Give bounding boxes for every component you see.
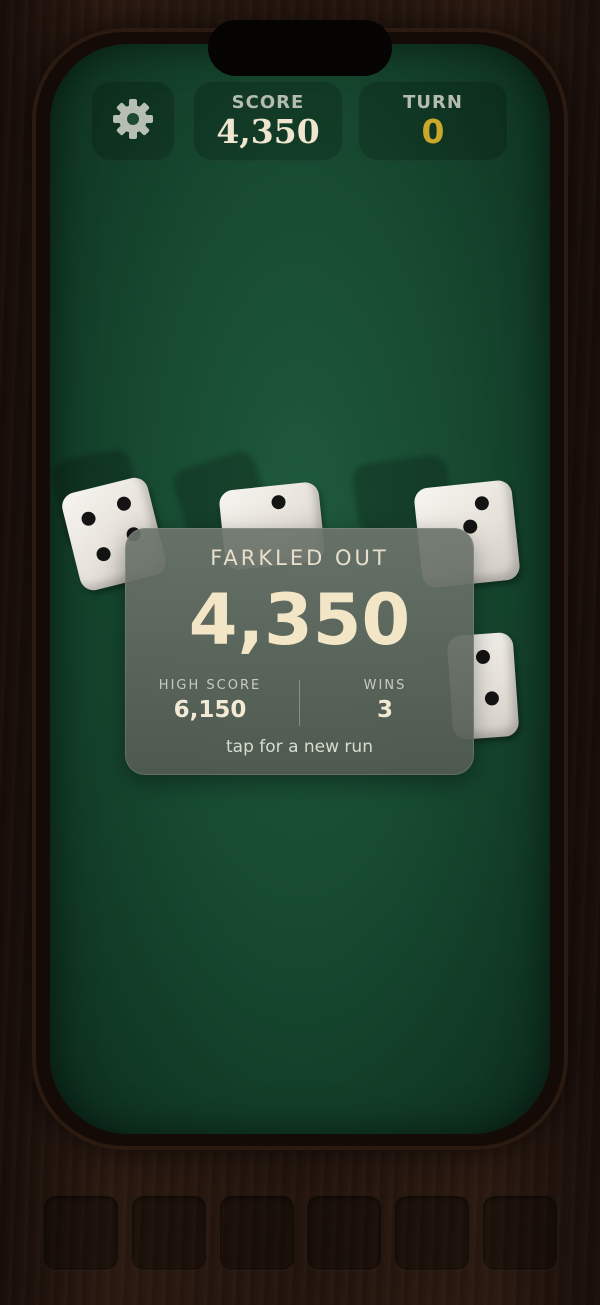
gear-icon bbox=[110, 96, 156, 146]
die-pip bbox=[115, 495, 133, 513]
turn-label: TURN bbox=[403, 92, 463, 113]
held-die-slot[interactable] bbox=[483, 1196, 557, 1270]
wins-label: WINS bbox=[363, 678, 407, 693]
turn-panel: TURN 0 bbox=[358, 81, 508, 161]
held-die-slot[interactable] bbox=[220, 1196, 294, 1270]
score-panel: SCORE 4,350 bbox=[193, 81, 343, 161]
die-pip bbox=[270, 494, 287, 510]
die-pip bbox=[474, 495, 490, 511]
high-score-stat: HIGH SCORE 6,150 bbox=[125, 678, 295, 723]
wins-value: 3 bbox=[376, 697, 393, 723]
held-die-slot[interactable] bbox=[307, 1196, 381, 1270]
die-pip bbox=[80, 510, 98, 528]
game-over-card[interactable]: FARKLED OUT 4,350 HIGH SCORE 6,150 WINS … bbox=[125, 528, 474, 775]
score-value: 4,350 bbox=[216, 112, 320, 151]
held-die-slot[interactable] bbox=[44, 1196, 118, 1270]
game-over-title: FARKLED OUT bbox=[210, 546, 389, 570]
die-pip bbox=[484, 690, 500, 706]
turn-value: 0 bbox=[421, 112, 445, 151]
wins-stat: WINS 3 bbox=[300, 678, 470, 723]
held-die-slot[interactable] bbox=[395, 1196, 469, 1270]
device-notch bbox=[208, 20, 392, 76]
final-score: 4,350 bbox=[188, 579, 411, 661]
score-label: SCORE bbox=[231, 92, 305, 113]
settings-button[interactable] bbox=[91, 81, 175, 161]
high-score-value: 6,150 bbox=[173, 697, 247, 723]
die-pip bbox=[95, 545, 113, 563]
new-run-hint[interactable]: tap for a new run bbox=[125, 737, 474, 757]
held-die-slot[interactable] bbox=[132, 1196, 206, 1270]
high-score-label: HIGH SCORE bbox=[158, 678, 262, 693]
die-pip bbox=[475, 649, 491, 665]
